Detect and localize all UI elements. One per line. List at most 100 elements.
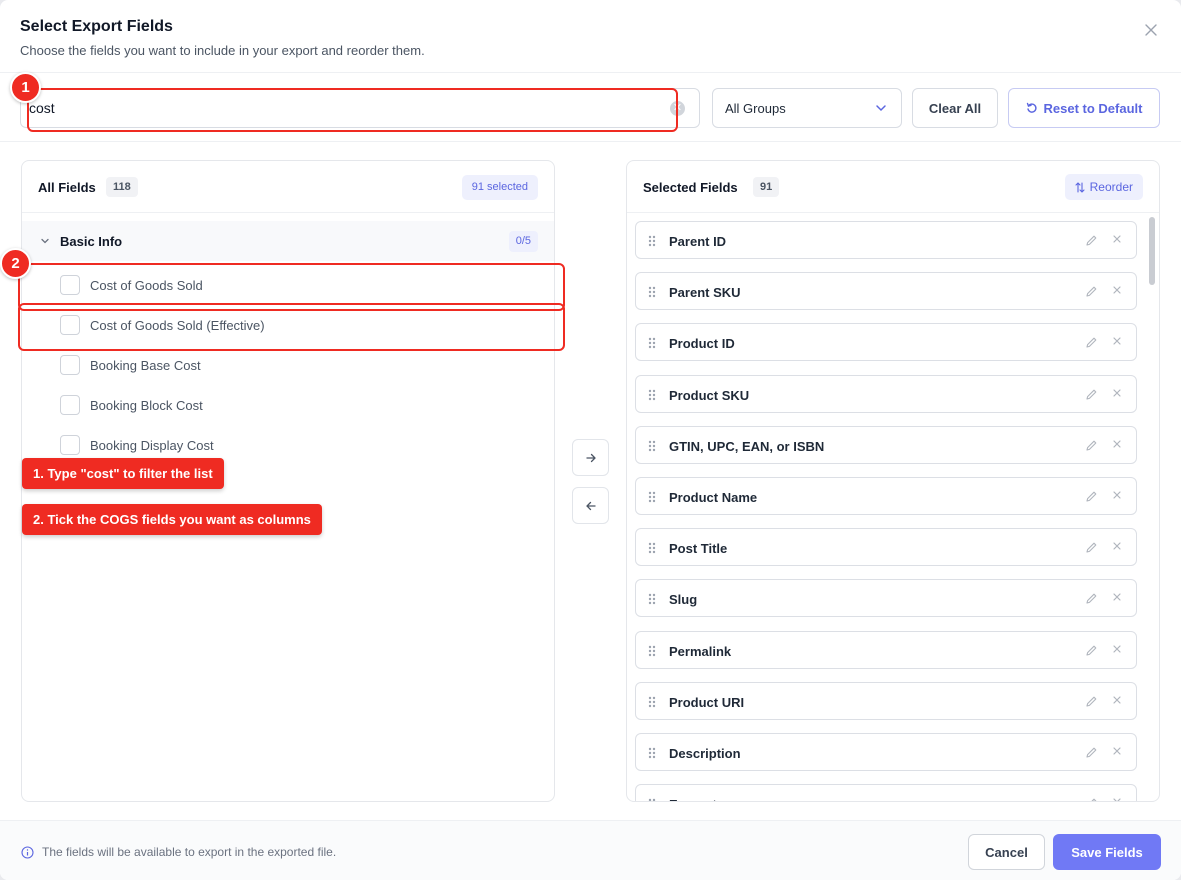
scrollbar-thumb[interactable] — [1149, 217, 1155, 285]
annotation-callout-1: 1. Type "cost" to filter the list — [22, 458, 224, 489]
drag-handle-icon[interactable] — [648, 696, 656, 708]
field-checkbox[interactable] — [60, 355, 80, 375]
reorder-label: Reorder — [1089, 180, 1133, 194]
move-left-button[interactable] — [572, 487, 609, 524]
field-checkbox[interactable] — [60, 435, 80, 455]
annotation-highlight-cogs-effective — [18, 303, 565, 351]
field-row[interactable]: Booking Base Cost — [60, 353, 201, 377]
drag-handle-icon[interactable] — [648, 593, 656, 605]
pencil-icon[interactable] — [1085, 234, 1098, 247]
close-icon[interactable] — [1141, 20, 1161, 40]
group-filter-select[interactable]: All Groups — [712, 88, 902, 128]
selected-field-item[interactable]: Parent ID — [635, 221, 1137, 259]
field-label: Booking Base Cost — [90, 357, 201, 373]
drag-handle-icon[interactable] — [648, 542, 656, 554]
drag-handle-icon[interactable] — [648, 491, 656, 503]
pencil-icon[interactable] — [1085, 336, 1098, 349]
move-right-button[interactable] — [572, 439, 609, 476]
modal-header: Select Export Fields Choose the fields y… — [20, 18, 1161, 58]
clear-all-button[interactable]: Clear All — [912, 88, 998, 128]
selected-field-item[interactable]: Permalink — [635, 630, 1137, 669]
selected-fields-title: Selected Fields — [643, 180, 738, 195]
modal-title: Select Export Fields — [20, 18, 173, 35]
selected-field-label: Product ID — [669, 336, 735, 352]
drag-handle-icon[interactable] — [648, 645, 656, 657]
selected-field-item[interactable]: Description — [635, 733, 1137, 771]
close-icon[interactable] — [1112, 592, 1122, 602]
selected-field-item[interactable]: Product URI — [635, 681, 1137, 720]
close-icon[interactable] — [1112, 541, 1122, 551]
drag-handle-icon[interactable] — [648, 235, 656, 247]
close-icon[interactable] — [1112, 644, 1122, 654]
group-basic-info[interactable]: Basic Info 0/5 — [22, 221, 554, 261]
pencil-icon[interactable] — [1085, 388, 1098, 401]
all-fields-count: 118 — [106, 177, 138, 197]
selected-field-label: Permalink — [669, 643, 732, 659]
selected-field-label: Description — [669, 746, 741, 761]
reset-label: Reset to Default — [1043, 100, 1143, 116]
footer-note: The fields will be available to export i… — [21, 845, 336, 859]
arrow-left-icon — [585, 501, 596, 510]
close-icon[interactable] — [1112, 695, 1122, 705]
drag-handle-icon[interactable] — [648, 798, 656, 801]
pencil-icon[interactable] — [1085, 746, 1098, 759]
close-icon[interactable] — [1112, 234, 1122, 244]
field-row[interactable]: Booking Block Cost — [60, 393, 203, 417]
drag-handle-icon[interactable] — [648, 337, 656, 349]
selected-field-item[interactable]: Post Title — [635, 528, 1137, 567]
pencil-icon[interactable] — [1085, 439, 1098, 452]
drag-handle-icon[interactable] — [648, 389, 656, 401]
pencil-icon[interactable] — [1085, 695, 1098, 708]
pencil-icon[interactable] — [1085, 490, 1098, 503]
drag-handle-icon[interactable] — [648, 440, 656, 452]
field-checkbox[interactable] — [60, 395, 80, 415]
reset-to-default-button[interactable]: Reset to Default — [1008, 88, 1160, 128]
selected-field-label: Post Title — [669, 541, 728, 557]
modal-footer: The fields will be available to export i… — [0, 820, 1181, 880]
pencil-icon[interactable] — [1085, 592, 1098, 605]
export-fields-modal: Select Export Fields Choose the fields y… — [0, 0, 1181, 880]
pencil-icon[interactable] — [1085, 541, 1098, 554]
selected-field-item[interactable]: Parent SKU — [635, 272, 1137, 311]
drag-handle-icon[interactable] — [648, 286, 656, 298]
close-icon[interactable] — [1112, 285, 1122, 295]
selected-field-item[interactable]: Product SKU — [635, 374, 1137, 413]
selected-field-label: Excerpt — [669, 797, 717, 801]
selected-fields-panel: Selected Fields 91 Reorder Parent ID Pare… — [626, 160, 1160, 802]
field-label: Booking Block Cost — [90, 397, 203, 413]
selected-field-item[interactable]: Product Name — [635, 477, 1137, 515]
selected-field-item[interactable]: Excerpt — [635, 784, 1137, 801]
close-icon[interactable] — [1112, 490, 1122, 500]
close-icon[interactable] — [1112, 439, 1122, 449]
drag-handle-icon[interactable] — [648, 747, 656, 759]
field-label: Booking Display Cost — [90, 437, 214, 453]
close-icon[interactable] — [1112, 797, 1122, 801]
selected-field-label: Product Name — [669, 490, 758, 505]
annotation-step-2: 2 — [0, 248, 31, 279]
cancel-button[interactable]: Cancel — [968, 834, 1045, 870]
all-fields-header: All Fields 118 91 selected — [22, 161, 554, 213]
save-fields-button[interactable]: Save Fields — [1053, 834, 1161, 870]
selected-field-label: Parent SKU — [669, 285, 741, 301]
pencil-icon[interactable] — [1085, 644, 1098, 657]
selected-count-badge: 91 selected — [461, 175, 538, 200]
selected-field-item[interactable]: Slug — [635, 579, 1137, 618]
selected-field-label: GTIN, UPC, EAN, or ISBN — [669, 438, 825, 454]
group-title: Basic Info — [60, 234, 123, 249]
pencil-icon[interactable] — [1085, 797, 1098, 801]
pencil-icon[interactable] — [1085, 285, 1098, 298]
chevron-down-icon — [876, 105, 886, 112]
modal-subtitle: Choose the fields you want to include in… — [20, 43, 425, 58]
footer-note-text: The fields will be available to export i… — [42, 845, 337, 859]
close-icon[interactable] — [1112, 388, 1122, 398]
group-filter-value: All Groups — [725, 101, 786, 116]
field-row[interactable]: Booking Display Cost — [60, 433, 214, 457]
close-icon[interactable] — [1112, 336, 1122, 346]
selected-field-label: Parent ID — [669, 234, 727, 249]
selected-field-item[interactable]: GTIN, UPC, EAN, or ISBN — [635, 425, 1137, 464]
info-icon — [21, 845, 34, 859]
reorder-button[interactable]: Reorder — [1064, 174, 1143, 200]
close-icon[interactable] — [1112, 746, 1122, 756]
annotation-highlight-search — [27, 88, 678, 132]
selected-field-item[interactable]: Product ID — [635, 323, 1137, 362]
